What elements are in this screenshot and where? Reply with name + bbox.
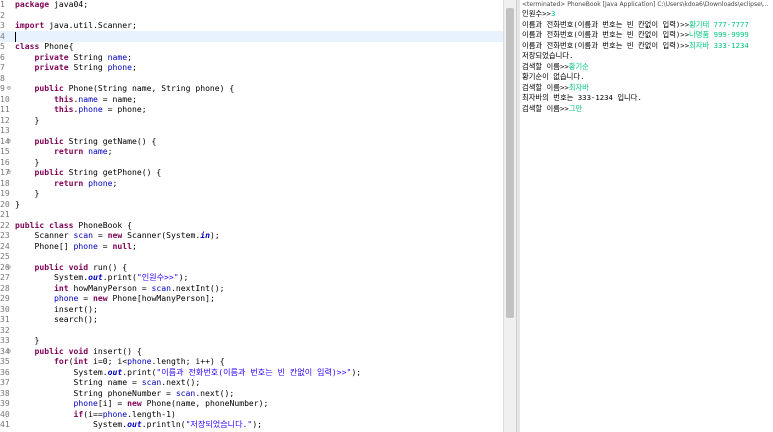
console-user-input: 최자바 (568, 82, 589, 92)
text-caret (15, 31, 16, 42)
console-line: 최자바의 번호는 333-1234 입니다. (522, 93, 642, 104)
console-user-input: 그만 (568, 103, 583, 113)
console-line: 이름과 전화번호(이름과 번호는 빈 칸없이 입력)>>나명품 999-9999 (522, 30, 749, 41)
console-user-input: 최자바 333-1234 (689, 40, 749, 50)
console-output-text: 검색할 이름>> (522, 61, 569, 71)
console-user-input: 나명품 999-9999 (689, 30, 749, 39)
console-output-text: 인원수>> (522, 9, 551, 18)
console-output-text: 황기순이 없습니다. (522, 72, 585, 81)
console-output-text: 검색할 이름>> (522, 82, 569, 92)
console-user-input: 황기순 (568, 61, 589, 71)
console-view[interactable]: <terminated> PhoneBook [Java Application… (520, 0, 773, 432)
editor-vertical-scrollbar[interactable] (503, 0, 516, 432)
line-number: 41 (0, 419, 10, 429)
console-line: 검색할 이름>>황기순 (522, 62, 589, 73)
console-line: 인원수>>3 (522, 9, 555, 20)
console-user-input: 3 (550, 9, 556, 18)
scrollbar-thumb[interactable] (506, 8, 514, 318)
console-output-text: 이름과 전화번호(이름과 번호는 빈 칸없이 입력)>> (522, 40, 690, 50)
console-output-text: 저장되었습니다. (522, 51, 574, 60)
console-line: 이름과 전화번호(이름과 번호는 빈 칸없이 입력)>>최자바 333-1234 (522, 41, 749, 52)
console-line: 검색할 이름>>그만 (522, 104, 582, 115)
console-output-text: 최자바의 번호는 333-1234 입니다. (522, 93, 642, 102)
console-title: <terminated> PhoneBook [Java Application… (522, 1, 769, 8)
code-line[interactable]: 41 System.out.println("저장되었습니다."); (0, 419, 503, 430)
console-line: 황기순이 없습니다. (522, 72, 585, 83)
console-line: 이름과 전화번호(이름과 번호는 빈 칸없이 입력)>>황기태 777-7777 (522, 20, 749, 31)
console-user-input: 황기태 777-7777 (689, 19, 749, 29)
console-output-text: 이름과 전화번호(이름과 번호는 빈 칸없이 입력)>> (522, 30, 690, 39)
console-output-text: 이름과 전화번호(이름과 번호는 빈 칸없이 입력)>> (522, 19, 690, 29)
code-text: System.out.println("저장되었습니다."); (15, 419, 263, 429)
code-editor[interactable]: 1 package java04; 2 3 import java.util.Scann… (0, 0, 503, 432)
console-output-text: 검색할 이름>> (522, 103, 569, 113)
console-line: 저장되었습니다. (522, 51, 573, 62)
console-line: 검색할 이름>>최자바 (522, 83, 589, 94)
